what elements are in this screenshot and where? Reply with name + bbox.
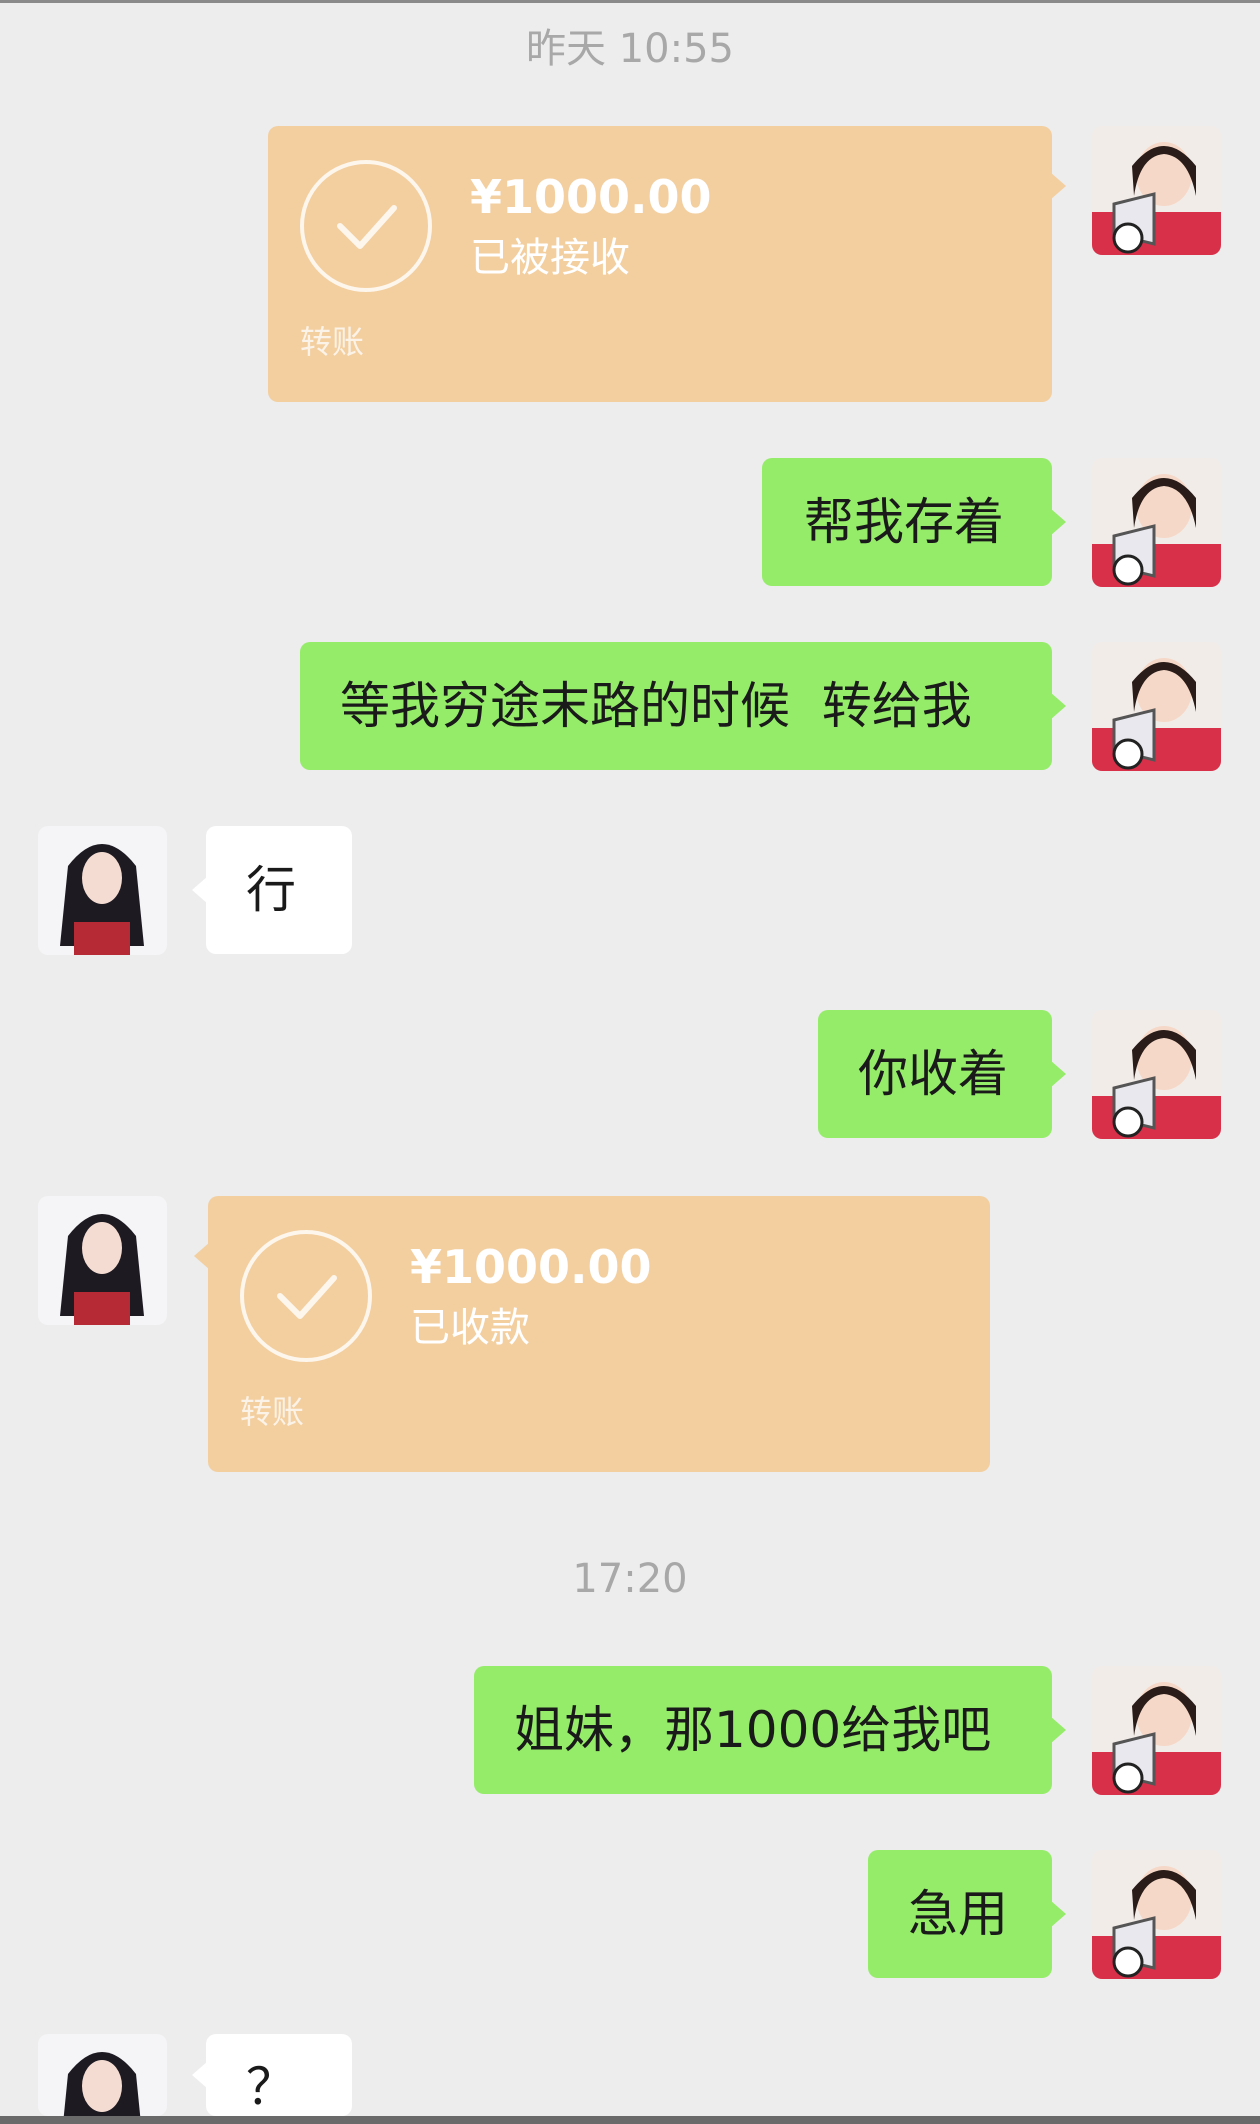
message-text: 行: [246, 861, 296, 919]
check-circle-icon: [240, 1230, 372, 1362]
transfer-card-sent[interactable]: ¥1000.00 已被接收 转账: [268, 126, 1066, 402]
transfer-status: 已被接收: [470, 235, 630, 281]
sent-message[interactable]: 急用: [868, 1850, 1066, 1978]
top-divider: [0, 0, 1260, 3]
message-text: 帮我存着: [804, 493, 1004, 551]
check-circle-icon: [300, 160, 432, 292]
sent-message[interactable]: 等我穷途末路的时候 转给我: [300, 642, 1066, 770]
self-avatar[interactable]: [1092, 126, 1221, 255]
self-avatar[interactable]: [1092, 1850, 1221, 1979]
transfer-amount: ¥1000.00: [410, 1240, 652, 1294]
contact-avatar[interactable]: [38, 1196, 167, 1325]
transfer-label: 转账: [240, 1393, 305, 1431]
transfer-amount: ¥1000.00: [470, 170, 712, 224]
message-text: ？: [246, 2058, 296, 2116]
timestamp: 17:20: [572, 1556, 688, 1602]
self-avatar[interactable]: [1092, 1666, 1221, 1795]
self-avatar[interactable]: [1092, 642, 1221, 771]
message-text: 等我穷途末路的时候 转给我: [340, 677, 972, 735]
transfer-status: 已收款: [410, 1305, 530, 1351]
sent-message[interactable]: 帮我存着: [762, 458, 1066, 586]
sent-message[interactable]: 你收着: [818, 1010, 1066, 1138]
self-avatar[interactable]: [1092, 1010, 1221, 1139]
message-text: 你收着: [858, 1045, 1008, 1103]
sent-message[interactable]: 姐妹，那1000给我吧: [474, 1666, 1066, 1794]
received-message[interactable]: 行: [192, 826, 352, 954]
message-text: 急用: [908, 1885, 1008, 1943]
self-avatar[interactable]: [1092, 458, 1221, 587]
timestamp: 昨天 10:55: [526, 26, 734, 72]
contact-avatar[interactable]: [38, 826, 167, 955]
transfer-card-received[interactable]: ¥1000.00 已收款 转账: [194, 1196, 990, 1472]
transfer-label: 转账: [300, 323, 365, 361]
contact-avatar[interactable]: [38, 2034, 167, 2116]
received-message[interactable]: ？: [192, 2034, 352, 2116]
message-text: 姐妹，那1000给我吧: [514, 1701, 992, 1759]
bottom-divider: [0, 2116, 1260, 2124]
